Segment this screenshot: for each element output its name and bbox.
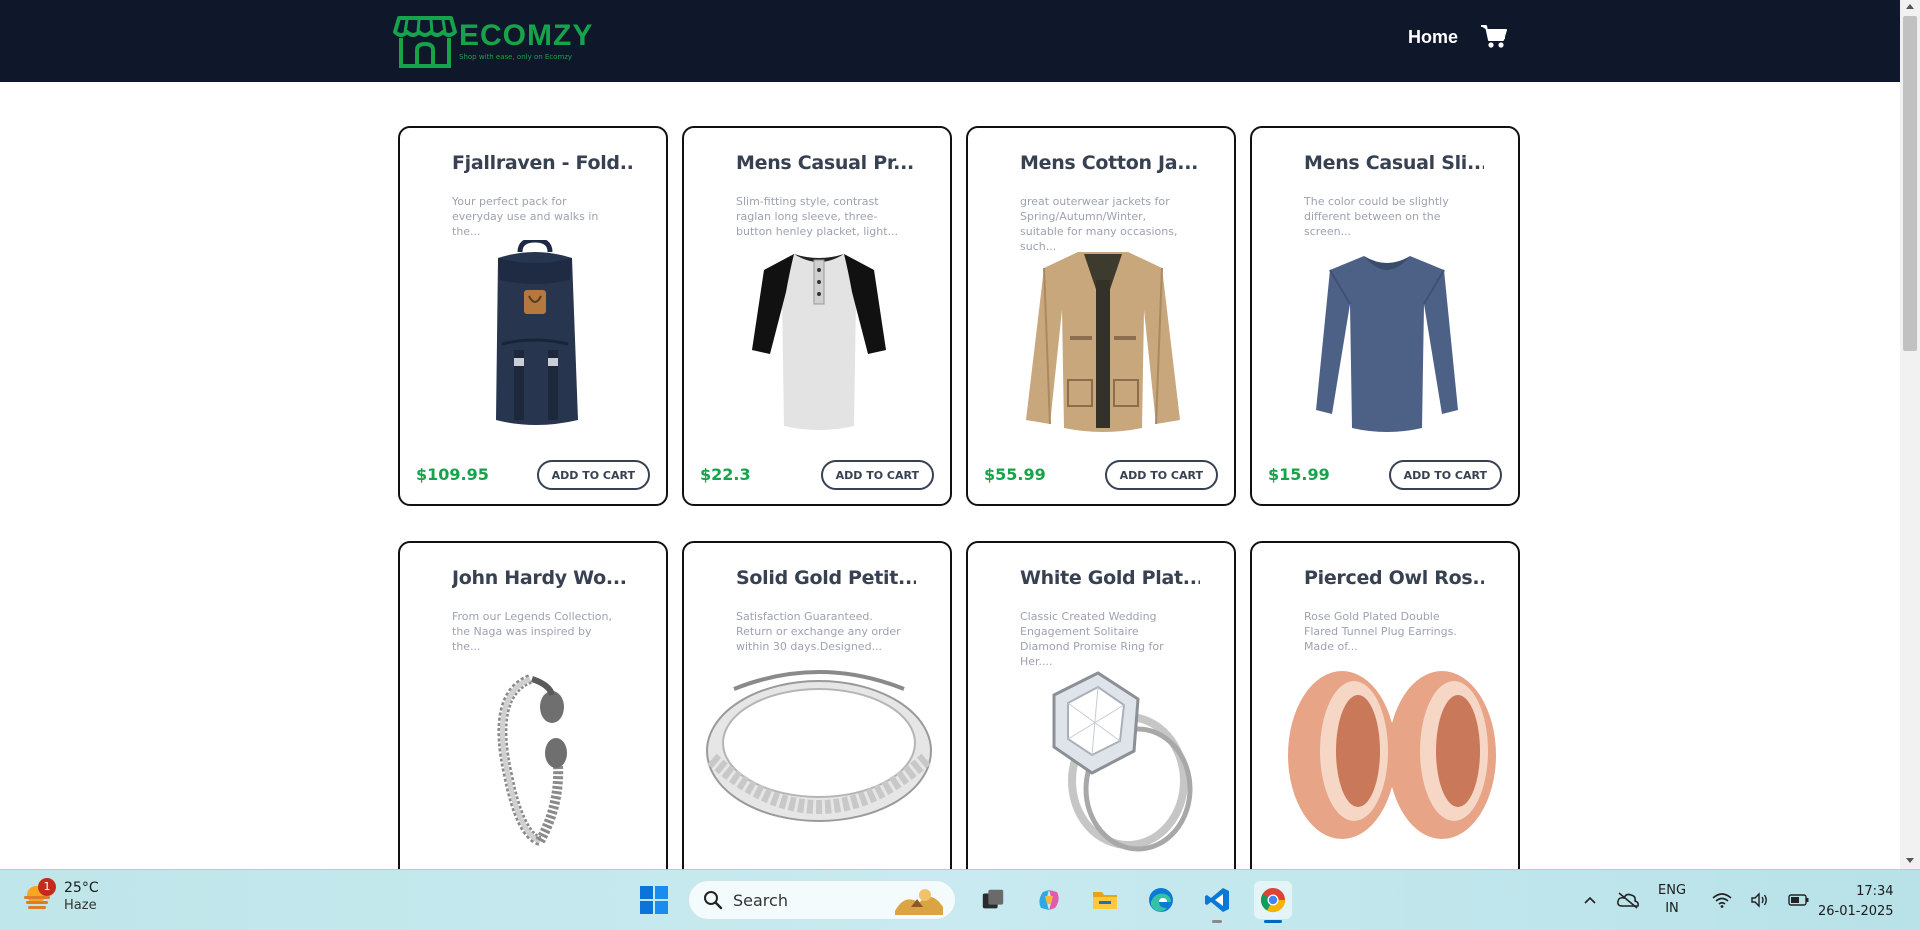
cart-icon[interactable] (1480, 24, 1508, 50)
product-card[interactable]: Pierced Owl Ros... Rose Gold Plated Doub… (1250, 541, 1520, 869)
product-image-jacket (988, 240, 1218, 440)
product-title: Mens Cotton Ja... (1020, 152, 1199, 174)
taskbar-apps: Search (636, 878, 1292, 923)
add-to-cart-button[interactable]: ADD TO CART (1388, 460, 1502, 490)
product-price: $55.99 (984, 465, 1046, 484)
product-title: White Gold Plat... (1020, 567, 1200, 589)
browser-viewport: ECOMZY Shop with ease, only on Ecomzy Ho… (0, 0, 1900, 869)
product-card[interactable]: John Hardy Wo... From our Legends Collec… (398, 541, 668, 869)
windows-start-icon[interactable] (636, 882, 672, 918)
product-price: $15.99 (1268, 465, 1330, 484)
product-title: Mens Casual Pr... (736, 152, 914, 174)
onedrive-offline-icon[interactable] (1616, 891, 1640, 909)
running-indicator (1212, 920, 1222, 923)
system-clock[interactable]: 17:34 26-01-2025 (1818, 882, 1894, 922)
product-image-diamond-ring (988, 655, 1218, 855)
nav-links: Home (1408, 24, 1508, 50)
haze-icon: 1 (22, 877, 56, 912)
clock-time: 17:34 (1856, 884, 1894, 899)
scroll-down-arrow-icon[interactable] (1906, 858, 1914, 863)
product-description: The color could be slightly different be… (1304, 195, 1449, 238)
brand-tagline: Shop with ease, only on Ecomzy (459, 52, 573, 61)
product-description: Slim-fitting style, contrast raglan long… (736, 195, 899, 238)
task-view-icon[interactable] (974, 881, 1012, 919)
wifi-icon[interactable] (1712, 892, 1732, 908)
scroll-up-arrow-icon[interactable] (1906, 4, 1914, 9)
region-code: IN (1665, 901, 1679, 916)
scrollbar-thumb[interactable] (1903, 16, 1917, 351)
weather-condition: Haze (64, 898, 97, 913)
product-card[interactable]: Mens Cotton Ja... great outerwear jacket… (966, 126, 1236, 506)
product-description: Rose Gold Plated Double Flared Tunnel Pl… (1304, 610, 1457, 653)
product-title: Mens Casual Sli... (1304, 152, 1484, 174)
search-icon (704, 891, 723, 910)
edge-browser-icon[interactable] (1142, 881, 1180, 919)
windows-taskbar: 1 25°C Haze Search ENG IN 17:34 26-01-20… (0, 869, 1920, 930)
weather-temperature: 25°C (64, 880, 99, 896)
store-icon (393, 16, 457, 68)
chrome-browser-icon[interactable] (1254, 881, 1292, 923)
clock-date: 26-01-2025 (1818, 904, 1894, 919)
language-code: ENG (1658, 883, 1687, 898)
volume-icon[interactable] (1750, 892, 1770, 908)
product-description: Satisfaction Guaranteed. Return or excha… (736, 610, 901, 653)
navbar: ECOMZY Shop with ease, only on Ecomzy Ho… (0, 0, 1900, 82)
add-to-cart-button[interactable]: ADD TO CART (1104, 460, 1218, 490)
product-description: From our Legends Collection, the Naga wa… (452, 610, 613, 653)
brand-name: ECOMZY (459, 18, 594, 52)
product-card[interactable]: Mens Casual Sli... The color could be sl… (1250, 126, 1520, 506)
product-card[interactable]: Solid Gold Petit... Satisfaction Guarant… (682, 541, 952, 869)
active-indicator (1264, 920, 1282, 923)
product-card[interactable]: White Gold Plat... Classic Created Weddi… (966, 541, 1236, 869)
file-explorer-icon[interactable] (1086, 881, 1124, 919)
product-title: John Hardy Wo... (452, 567, 627, 589)
product-grid: Fjallraven - Fold... Your perfect pack f… (398, 126, 1520, 869)
weather-widget[interactable]: 1 25°C Haze (22, 877, 99, 913)
product-image-plug-earrings (1272, 655, 1502, 855)
product-image-backpack (420, 240, 650, 440)
product-title: Solid Gold Petit... (736, 567, 916, 589)
product-title: Fjallraven - Fold... (452, 152, 632, 174)
product-description: Your perfect pack for everyday use and w… (452, 195, 599, 238)
add-to-cart-button[interactable]: ADD TO CART (820, 460, 934, 490)
search-label: Search (733, 890, 788, 910)
product-title: Pierced Owl Ros... (1304, 567, 1484, 589)
vscode-icon[interactable] (1198, 881, 1236, 923)
product-price: $109.95 (416, 465, 489, 484)
product-image-long-sleeve-tee (1272, 240, 1502, 440)
taskbar-search-box[interactable]: Search (688, 880, 956, 920)
system-tray: ENG IN (1582, 878, 1828, 922)
product-card[interactable]: Mens Casual Pr... Slim-fitting style, co… (682, 126, 952, 506)
chevron-up-icon[interactable] (1582, 892, 1598, 908)
add-to-cart-button[interactable]: ADD TO CART (536, 460, 650, 490)
nav-home-link[interactable]: Home (1408, 27, 1458, 48)
product-price: $22.3 (700, 465, 751, 484)
copilot-icon[interactable] (1030, 881, 1068, 919)
notification-badge: 1 (38, 877, 56, 896)
product-card[interactable]: Fjallraven - Fold... Your perfect pack f… (398, 126, 668, 506)
product-image-silver-ring (704, 655, 934, 855)
battery-icon[interactable] (1788, 894, 1810, 906)
language-indicator[interactable]: ENG IN (1658, 882, 1686, 918)
brand-logo[interactable]: ECOMZY Shop with ease, only on Ecomzy (393, 12, 593, 70)
page-scrollbar[interactable] (1900, 0, 1920, 869)
product-image-raglan-shirt (704, 240, 934, 440)
search-highlight-icon (895, 889, 943, 915)
product-image-bracelet (420, 655, 650, 855)
